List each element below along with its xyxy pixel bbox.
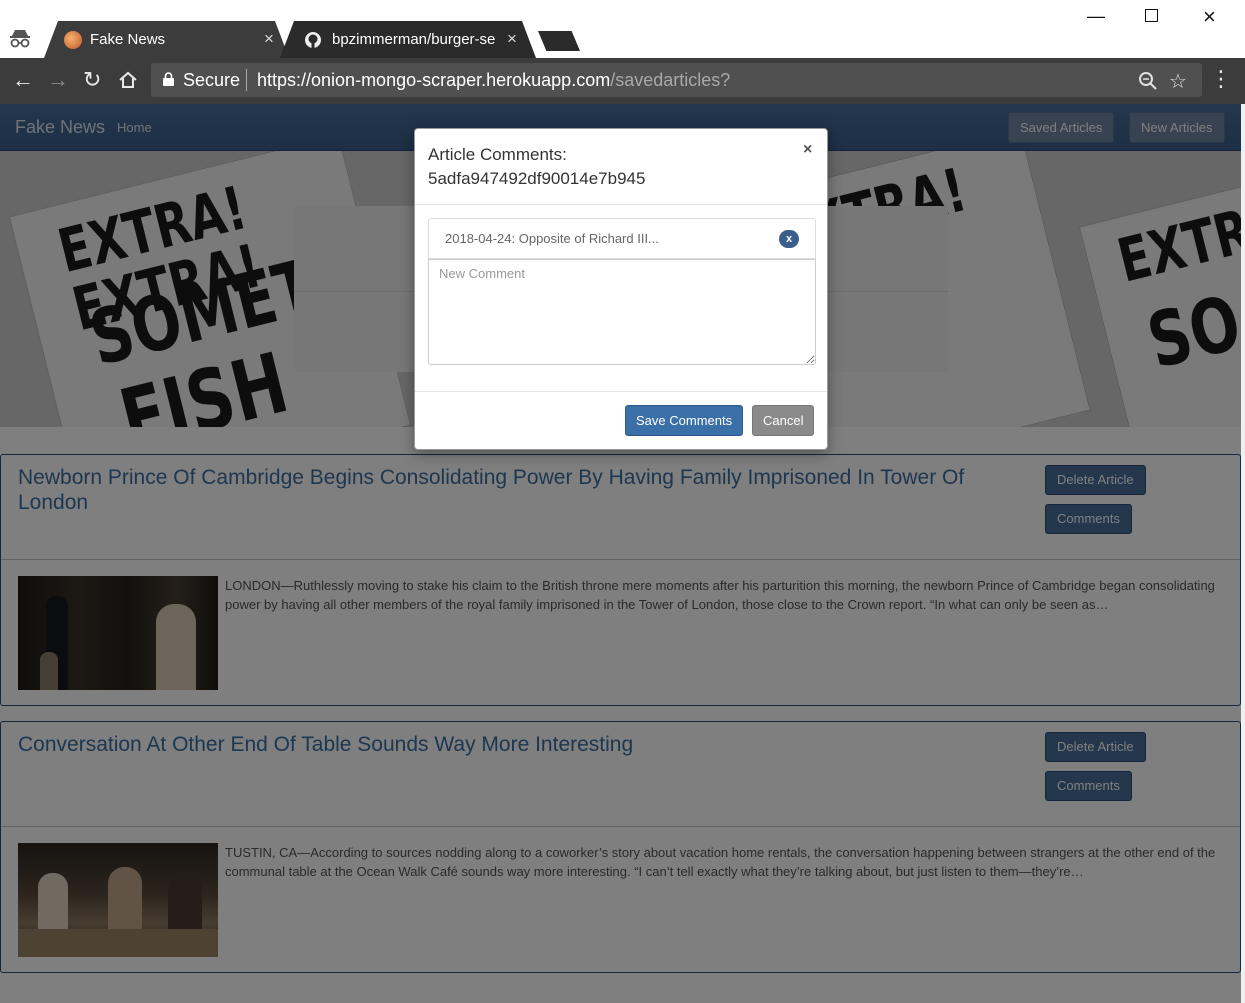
address-separator — [246, 69, 247, 91]
comment-text: 2018-04-24: Opposite of Richard III... — [445, 231, 659, 246]
zoom-icon[interactable] — [1138, 71, 1158, 91]
modal-header-divider — [415, 204, 827, 205]
reload-icon[interactable]: ↻ — [83, 68, 101, 92]
url-host: https://onion-mongo-scraper.herokuapp.co… — [257, 70, 611, 90]
tab-close-icon[interactable]: × — [264, 29, 274, 49]
back-icon[interactable]: ← — [12, 68, 34, 92]
lock-icon — [163, 72, 174, 86]
home-icon[interactable] — [118, 70, 138, 90]
onion-favicon-icon — [64, 31, 82, 49]
tab-title: bpzimmerman/burger-se — [332, 31, 496, 48]
maximize-icon[interactable] — [1145, 9, 1158, 22]
url-text[interactable]: https://onion-mongo-scraper.herokuapp.co… — [257, 70, 730, 91]
comment-list-item: 2018-04-24: Opposite of Richard III... x — [428, 218, 816, 259]
close-window-icon[interactable]: × — [1203, 4, 1216, 30]
comments-modal: Article Comments: 5adfa947492df90014e7b9… — [414, 128, 828, 450]
secure-label: Secure — [183, 70, 241, 90]
tab-fake-news[interactable]: Fake News × — [44, 21, 289, 58]
minimize-icon[interactable]: — — [1087, 6, 1105, 27]
cancel-button[interactable]: Cancel — [752, 405, 815, 436]
browser-toolbar: ← → ↻ Secure https://onion-mongo-scraper… — [0, 58, 1245, 104]
modal-footer-divider — [415, 391, 827, 392]
bookmark-star-icon[interactable]: ☆ — [1169, 69, 1187, 94]
new-comment-textarea[interactable] — [428, 259, 816, 365]
url-path: /savedarticles? — [610, 70, 731, 90]
tab-title: Fake News — [90, 31, 166, 48]
address-bar[interactable]: Secure https://onion-mongo-scraper.herok… — [151, 63, 1202, 97]
scrollbar[interactable] — [1241, 104, 1245, 1003]
delete-comment-icon[interactable]: x — [779, 230, 799, 248]
menu-dots-icon[interactable]: ⋮ — [1210, 68, 1232, 90]
tab-github[interactable]: bpzimmerman/burger-se × — [280, 21, 536, 58]
tab-close-icon[interactable]: × — [507, 29, 517, 49]
save-comments-button[interactable]: Save Comments — [625, 405, 744, 436]
browser-titlebar: Fake News × bpzimmerman/burger-se × — × — [0, 0, 1245, 58]
new-tab-button[interactable] — [538, 31, 580, 51]
modal-title: Article Comments: 5adfa947492df90014e7b9… — [428, 145, 646, 188]
incognito-icon — [10, 30, 30, 48]
close-icon[interactable]: × — [803, 141, 812, 159]
github-favicon-icon — [304, 31, 322, 49]
forward-icon[interactable]: → — [47, 68, 69, 92]
